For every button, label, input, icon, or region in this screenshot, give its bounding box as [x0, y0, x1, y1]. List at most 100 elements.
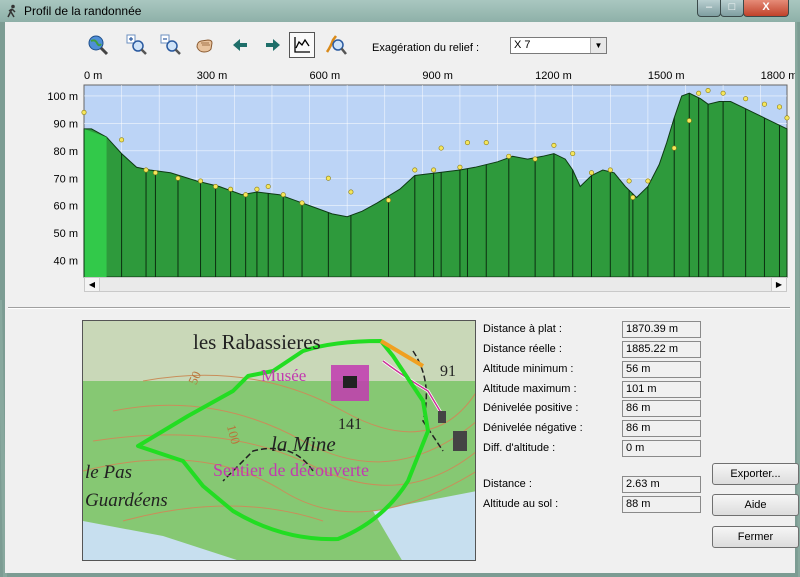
forward-button[interactable] — [260, 32, 286, 58]
y-tick-label: 80 m — [54, 146, 78, 158]
waypoint-marker — [438, 145, 444, 151]
y-tick-label: 70 m — [54, 173, 78, 185]
waypoint-marker — [551, 142, 557, 148]
route-minimap[interactable]: les Rabassieres Musée 91 50 141 100 la M… — [82, 320, 476, 561]
waypoint-marker — [457, 164, 463, 170]
waypoint-marker — [645, 178, 651, 184]
waypoint-marker — [607, 167, 613, 173]
x-tick-label: 1500 m — [648, 70, 685, 82]
waypoint-marker — [626, 178, 632, 184]
map-label-le-pas: le Pas — [85, 462, 132, 483]
stat-label-distance-reelle: Distance réelle : — [483, 343, 562, 355]
divider — [8, 307, 790, 309]
zoom-globe-button[interactable] — [85, 32, 111, 58]
stat-label-altitude-min: Altitude minimum : — [483, 363, 574, 375]
waypoint-marker — [431, 167, 437, 173]
stat-label-denivelee-negative: Dénivelée négative : — [483, 422, 583, 434]
close-button[interactable]: Fermer — [712, 526, 799, 548]
stat-value-distance: 2.63 m — [622, 476, 701, 493]
relief-exaggeration-select[interactable]: X 7 ▼ — [510, 37, 607, 54]
stat-value-denivelee-negative: 86 m — [622, 420, 701, 437]
waypoint-marker — [325, 175, 331, 181]
waypoint-marker — [119, 137, 125, 143]
profile-horizontal-scrollbar[interactable]: ◀ ▶ — [84, 277, 787, 292]
stat-value-denivelee-positive: 86 m — [622, 400, 701, 417]
waypoint-marker — [243, 192, 249, 198]
y-tick-label: 100 m — [47, 91, 78, 103]
x-tick-label: 300 m — [197, 70, 228, 82]
waypoint-marker — [589, 170, 595, 176]
waypoint-marker — [254, 186, 260, 192]
waypoint-marker — [81, 109, 87, 115]
hiker-icon — [7, 4, 16, 18]
stat-label-altitude-max: Altitude maximum : — [483, 383, 577, 395]
stat-value-diff-altitude: 0 m — [622, 440, 701, 457]
waypoint-marker — [228, 186, 234, 192]
elevation-profile-chart[interactable]: 0 m 300 m 600 m 900 m 1200 m 1500 m 1800 m 100… — [5, 62, 795, 302]
waypoint-marker — [280, 192, 286, 198]
x-tick-label: 1200 m — [535, 70, 572, 82]
arrow-left-icon — [233, 39, 247, 51]
waypoint-marker — [348, 189, 354, 195]
waypoint-marker — [464, 140, 470, 146]
x-tick-label: 600 m — [310, 70, 341, 82]
stat-value-altitude-max: 101 m — [622, 381, 701, 398]
back-button[interactable] — [227, 32, 253, 58]
map-label-musee: Musée — [261, 366, 306, 385]
map-label-guardeens: Guardéens — [85, 490, 168, 511]
minimize-button[interactable]: – — [697, 0, 721, 17]
export-button[interactable]: Exporter... — [712, 463, 799, 485]
waypoint-marker — [761, 101, 767, 107]
map-label-141: 141 — [338, 416, 362, 433]
stat-label-altitude-sol: Altitude au sol : — [483, 498, 559, 510]
stat-label-diff-altitude: Diff. d'altitude : — [483, 442, 556, 454]
waypoint-marker — [671, 145, 677, 151]
chevron-down-icon[interactable]: ▼ — [590, 38, 606, 53]
waypoint-marker — [412, 167, 418, 173]
waypoint-marker — [570, 151, 576, 157]
waypoint-marker — [743, 96, 749, 102]
y-tick-label: 90 m — [54, 118, 78, 130]
route-magnify-icon — [325, 35, 347, 55]
stat-value-distance-plat: 1870.39 m — [622, 321, 701, 338]
scroll-right-icon[interactable]: ▶ — [771, 278, 786, 291]
zoom-in-button[interactable] — [124, 32, 150, 58]
waypoint-marker — [506, 153, 512, 159]
scroll-left-icon[interactable]: ◀ — [85, 278, 100, 291]
window-title: Profil de la randonnée — [24, 4, 142, 18]
zoom-in-icon — [126, 34, 147, 55]
waypoint-marker — [696, 90, 702, 96]
profile-mode-button[interactable] — [289, 32, 315, 58]
waypoint-marker — [705, 87, 711, 93]
waypoint-marker — [265, 183, 271, 189]
map-label-91: 91 — [440, 363, 456, 380]
waypoint-marker — [386, 197, 392, 203]
maximize-button[interactable]: □ — [720, 0, 744, 17]
waypoint-marker — [720, 90, 726, 96]
help-button[interactable]: Aide — [712, 494, 799, 516]
waypoint-marker — [198, 178, 204, 184]
arrow-right-icon — [266, 39, 280, 51]
stat-value-altitude-sol: 88 m — [622, 496, 701, 513]
hand-icon — [196, 39, 213, 53]
waypoint-marker — [532, 156, 538, 162]
zoom-out-icon — [160, 34, 181, 55]
globe-zoom-icon — [88, 35, 109, 56]
x-tick-label: 0 m — [84, 70, 102, 82]
x-tick-label: 1800 m — [761, 70, 795, 82]
waypoint-marker — [784, 115, 790, 121]
pan-button[interactable] — [192, 32, 218, 58]
route-search-button[interactable] — [323, 32, 349, 58]
map-label-rabassieres: les Rabassieres — [193, 330, 321, 354]
title-bar: Profil de la randonnée – □ X — [0, 0, 800, 22]
y-tick-label: 40 m — [54, 256, 78, 268]
stat-value-distance-reelle: 1885.22 m — [622, 341, 701, 358]
zoom-out-button[interactable] — [158, 32, 184, 58]
close-window-button[interactable]: X — [743, 0, 789, 17]
y-tick-label: 50 m — [54, 228, 78, 240]
waypoint-marker — [686, 118, 692, 124]
stat-label-denivelee-positive: Dénivelée positive : — [483, 402, 579, 414]
stat-value-altitude-min: 56 m — [622, 361, 701, 378]
map-label-sentier: Sentier de découverte — [213, 460, 369, 480]
waypoint-marker — [175, 175, 181, 181]
